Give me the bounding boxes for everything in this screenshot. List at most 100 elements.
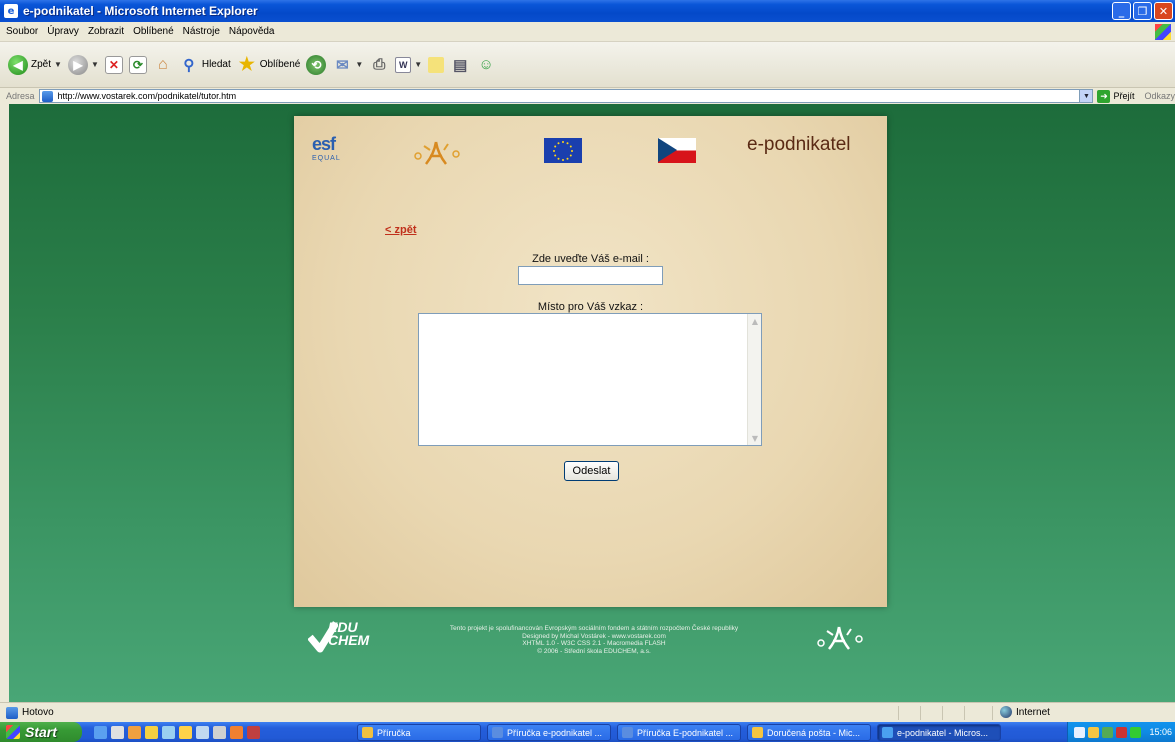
educhem-logo: EDU CHEM — [308, 617, 388, 657]
menu-favorites[interactable]: Oblíbené — [133, 26, 174, 37]
status-divider — [898, 706, 899, 720]
taskbar-item-word-2[interactable]: Příručka E-podnikatel ... — [617, 724, 741, 741]
folder-icon — [362, 727, 373, 738]
quick-launch-app-icon[interactable] — [213, 725, 226, 739]
window-title: e-podnikatel - Microsoft Internet Explor… — [23, 4, 258, 18]
back-label: Zpět — [31, 59, 52, 70]
equal-logo-text: EQUAL — [312, 155, 341, 162]
links-label[interactable]: Odkazy — [1134, 91, 1175, 101]
back-arrow-icon: ◀ — [8, 54, 28, 75]
forward-arrow-icon: ▶ — [67, 54, 88, 75]
search-button[interactable]: ⚲ Hledat — [179, 55, 230, 75]
taskbar: Start Příručka Příručka e-podnikatel ...… — [0, 722, 1175, 742]
go-button[interactable]: ➜ Přejít — [1093, 89, 1134, 103]
address-bar: Adresa http://www.vostarek.com/podnikate… — [0, 88, 1175, 104]
status-divider — [992, 706, 993, 720]
back-button[interactable]: ◀ Zpět ▼ — [8, 54, 62, 75]
submit-button[interactable]: Odeslat — [564, 461, 619, 481]
quick-launch-star-icon[interactable] — [179, 725, 192, 739]
home-icon[interactable]: ⌂ — [153, 55, 173, 75]
chevron-down-icon[interactable]: ▼ — [91, 60, 99, 69]
messenger-icon[interactable]: ☺ — [476, 55, 496, 75]
edit-button[interactable]: W ▼ — [395, 56, 422, 73]
minimize-button[interactable]: _ — [1112, 2, 1131, 20]
word-icon — [622, 727, 633, 738]
back-link[interactable]: < zpět — [385, 224, 416, 236]
favorites-star-icon: ★ — [238, 54, 255, 74]
address-input[interactable]: http://www.vostarek.com/podnikatel/tutor… — [38, 89, 1094, 103]
menu-tools[interactable]: Nástroje — [183, 26, 220, 37]
quick-launch-app-icon[interactable] — [162, 725, 175, 739]
toolbar: ◀ Zpět ▼ ▶ ▼ ✕ ⟳ ⌂ ⚲ Hledat ★ Oblíbené ⟲… — [0, 42, 1175, 88]
menu-file[interactable]: Soubor — [6, 26, 38, 37]
taskbar-item-label: Příručka — [377, 727, 411, 738]
quick-launch-ie-icon[interactable] — [94, 725, 107, 739]
zone-label: Internet — [1016, 706, 1050, 718]
favorites-button[interactable]: ★ Oblíbené — [237, 54, 301, 75]
status-divider — [964, 706, 965, 720]
start-button[interactable]: Start — [0, 722, 82, 742]
stop-icon[interactable]: ✕ — [104, 55, 123, 74]
system-tray: 15:06 — [1067, 722, 1175, 742]
quick-launch-mail-icon[interactable] — [128, 725, 141, 739]
status-text-area: Hotovo — [0, 706, 54, 719]
left-frame-edge — [0, 104, 9, 702]
taskbar-item-label: Příručka E-podnikatel ... — [637, 727, 734, 738]
quick-launch-app-icon[interactable] — [247, 725, 260, 739]
menu-help[interactable]: Nápověda — [229, 26, 275, 37]
history-icon[interactable]: ⟲ — [306, 54, 327, 75]
taskbar-item-label: Doručená pošta - Mic... — [767, 727, 861, 738]
quick-launch-app-icon[interactable] — [230, 725, 243, 739]
brand-title: e-podnikatel — [747, 134, 851, 155]
esf-logo-text: esf — [312, 134, 336, 154]
status-bar: Hotovo Internet — [0, 702, 1175, 722]
address-url: http://www.vostarek.com/podnikatel/tutor… — [57, 91, 237, 101]
scroll-up-icon[interactable]: ▲ — [749, 315, 761, 327]
chevron-down-icon[interactable]: ▼ — [414, 60, 422, 69]
address-label: Adresa — [6, 91, 35, 101]
scroll-down-icon[interactable]: ▼ — [749, 432, 761, 444]
close-button[interactable]: ✕ — [1154, 2, 1173, 20]
delta-logo-icon — [414, 141, 460, 165]
taskbar-item-word-1[interactable]: Příručka e-podnikatel ... — [487, 724, 611, 741]
taskbar-item-folder[interactable]: Příručka — [357, 724, 481, 741]
restore-button[interactable]: ❐ — [1133, 2, 1152, 20]
footer-line: XHTML 1.0 - W3C CSS 2.1 - Macromedia FLA… — [522, 640, 666, 647]
email-field[interactable] — [518, 266, 663, 285]
research-icon[interactable]: ▤ — [450, 55, 470, 75]
security-zone: Internet — [1000, 706, 1050, 718]
email-label: Zde uveďte Váš e-mail : — [532, 253, 649, 265]
footer-line: © 2006 - Střední škola EDUCHEM, a.s. — [537, 647, 651, 655]
tray-app-icon[interactable] — [1116, 726, 1127, 738]
textarea-scrollbar[interactable]: ▲ ▼ — [747, 314, 761, 445]
tray-network-icon[interactable] — [1102, 726, 1113, 738]
taskbar-item-ie[interactable]: e-podnikatel - Micros... — [877, 724, 1001, 741]
chevron-down-icon[interactable]: ▼ — [355, 60, 363, 69]
footer-line: Tento projekt je spolufinancován Evropsk… — [449, 625, 739, 632]
status-divider — [920, 706, 921, 720]
tray-arrow-icon[interactable] — [1074, 726, 1085, 738]
taskbar-item-label: e-podnikatel - Micros... — [897, 727, 989, 738]
taskbar-item-outlook[interactable]: Doručená pošta - Mic... — [747, 724, 871, 741]
windows-logo-icon — [6, 725, 20, 739]
forward-button[interactable]: ▶ ▼ — [67, 54, 99, 75]
quick-launch-desktop-icon[interactable] — [111, 725, 124, 739]
window-controls: _ ❐ ✕ — [1112, 2, 1173, 20]
windows-logo-icon — [1155, 24, 1171, 40]
clock: 15:06 — [1149, 727, 1172, 737]
tray-app-icon[interactable] — [1130, 726, 1141, 738]
menu-edit[interactable]: Úpravy — [47, 26, 79, 37]
quick-launch-app-icon[interactable] — [145, 725, 158, 739]
menu-view[interactable]: Zobrazit — [88, 26, 124, 37]
tray-app-icon[interactable] — [1088, 726, 1099, 738]
status-text: Hotovo — [22, 707, 54, 718]
chevron-down-icon[interactable]: ▼ — [54, 60, 62, 69]
mail-button[interactable]: ✉ ▼ — [332, 55, 363, 75]
print-icon[interactable]: ⎙ — [369, 55, 389, 75]
chevron-down-icon[interactable]: ▼ — [1079, 90, 1093, 102]
refresh-icon[interactable]: ⟳ — [128, 55, 147, 74]
message-textarea[interactable]: ▲ ▼ — [418, 313, 762, 446]
quick-launch-app-icon[interactable] — [196, 725, 209, 739]
word-icon: W — [395, 56, 412, 73]
discuss-icon[interactable] — [428, 56, 445, 73]
